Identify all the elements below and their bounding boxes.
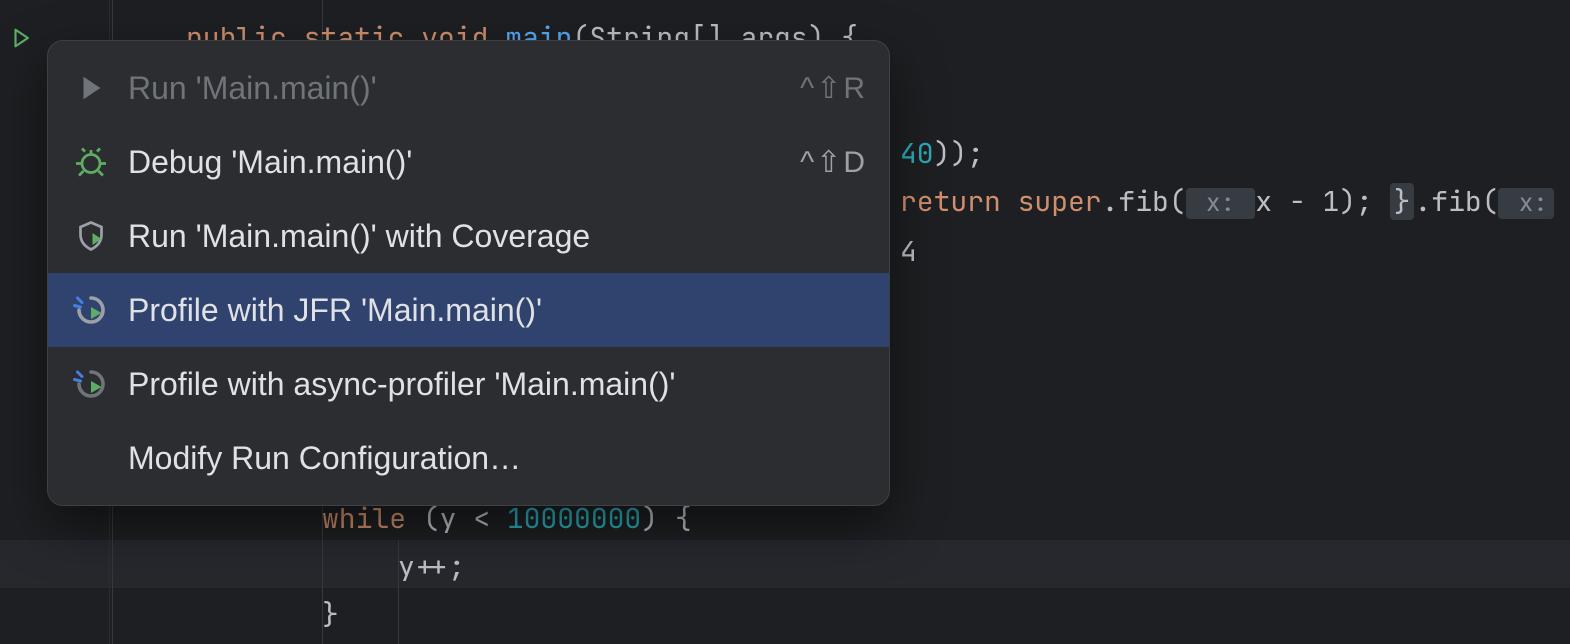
run-context-menu: Run 'Main.main()' ^⇧R Debug 'Main.main()… [47,40,890,506]
parameter-hint: x: [1186,188,1256,219]
menu-label: Run 'Main.main()' with Coverage [128,218,867,255]
menu-label: Modify Run Configuration… [128,440,867,477]
menu-shortcut: ^⇧D [800,145,867,180]
number-literal: 40 [900,135,934,172]
profile-jfr-icon [70,289,112,331]
run-gutter-icon[interactable] [8,25,34,51]
menu-item-coverage[interactable]: Run 'Main.main()' with Coverage [48,199,889,273]
code-line[interactable]: return super.fib( x: x - 1); }.fib( x: 4 [900,178,1570,276]
menu-item-run[interactable]: Run 'Main.main()' ^⇧R [48,51,889,125]
bug-icon [70,141,112,183]
code-line[interactable]: y++; [398,543,465,591]
menu-item-modify-config[interactable]: Modify Run Configuration… [48,421,889,495]
menu-item-profile-async[interactable]: Profile with async-profiler 'Main.main()… [48,347,889,421]
play-icon [70,67,112,109]
shield-play-icon [70,215,112,257]
profile-async-icon [70,363,112,405]
menu-label: Profile with async-profiler 'Main.main()… [128,366,867,403]
menu-item-profile-jfr[interactable]: Profile with JFR 'Main.main()' [48,273,889,347]
keyword: return [900,183,1018,220]
menu-label: Debug 'Main.main()' [128,144,780,181]
blank-icon [70,437,112,479]
keyword: super [1018,183,1102,220]
menu-item-debug[interactable]: Debug 'Main.main()' ^⇧D [48,125,889,199]
brace-highlight: } [1390,183,1415,220]
code-line[interactable]: } [322,591,339,639]
current-line-highlight [0,540,1570,588]
code-line[interactable]: 40)); [900,130,984,178]
menu-shortcut: ^⇧R [800,71,867,106]
parameter-hint: x: [1498,188,1553,219]
menu-label: Profile with JFR 'Main.main()' [128,292,867,329]
menu-label: Run 'Main.main()' [128,70,780,107]
